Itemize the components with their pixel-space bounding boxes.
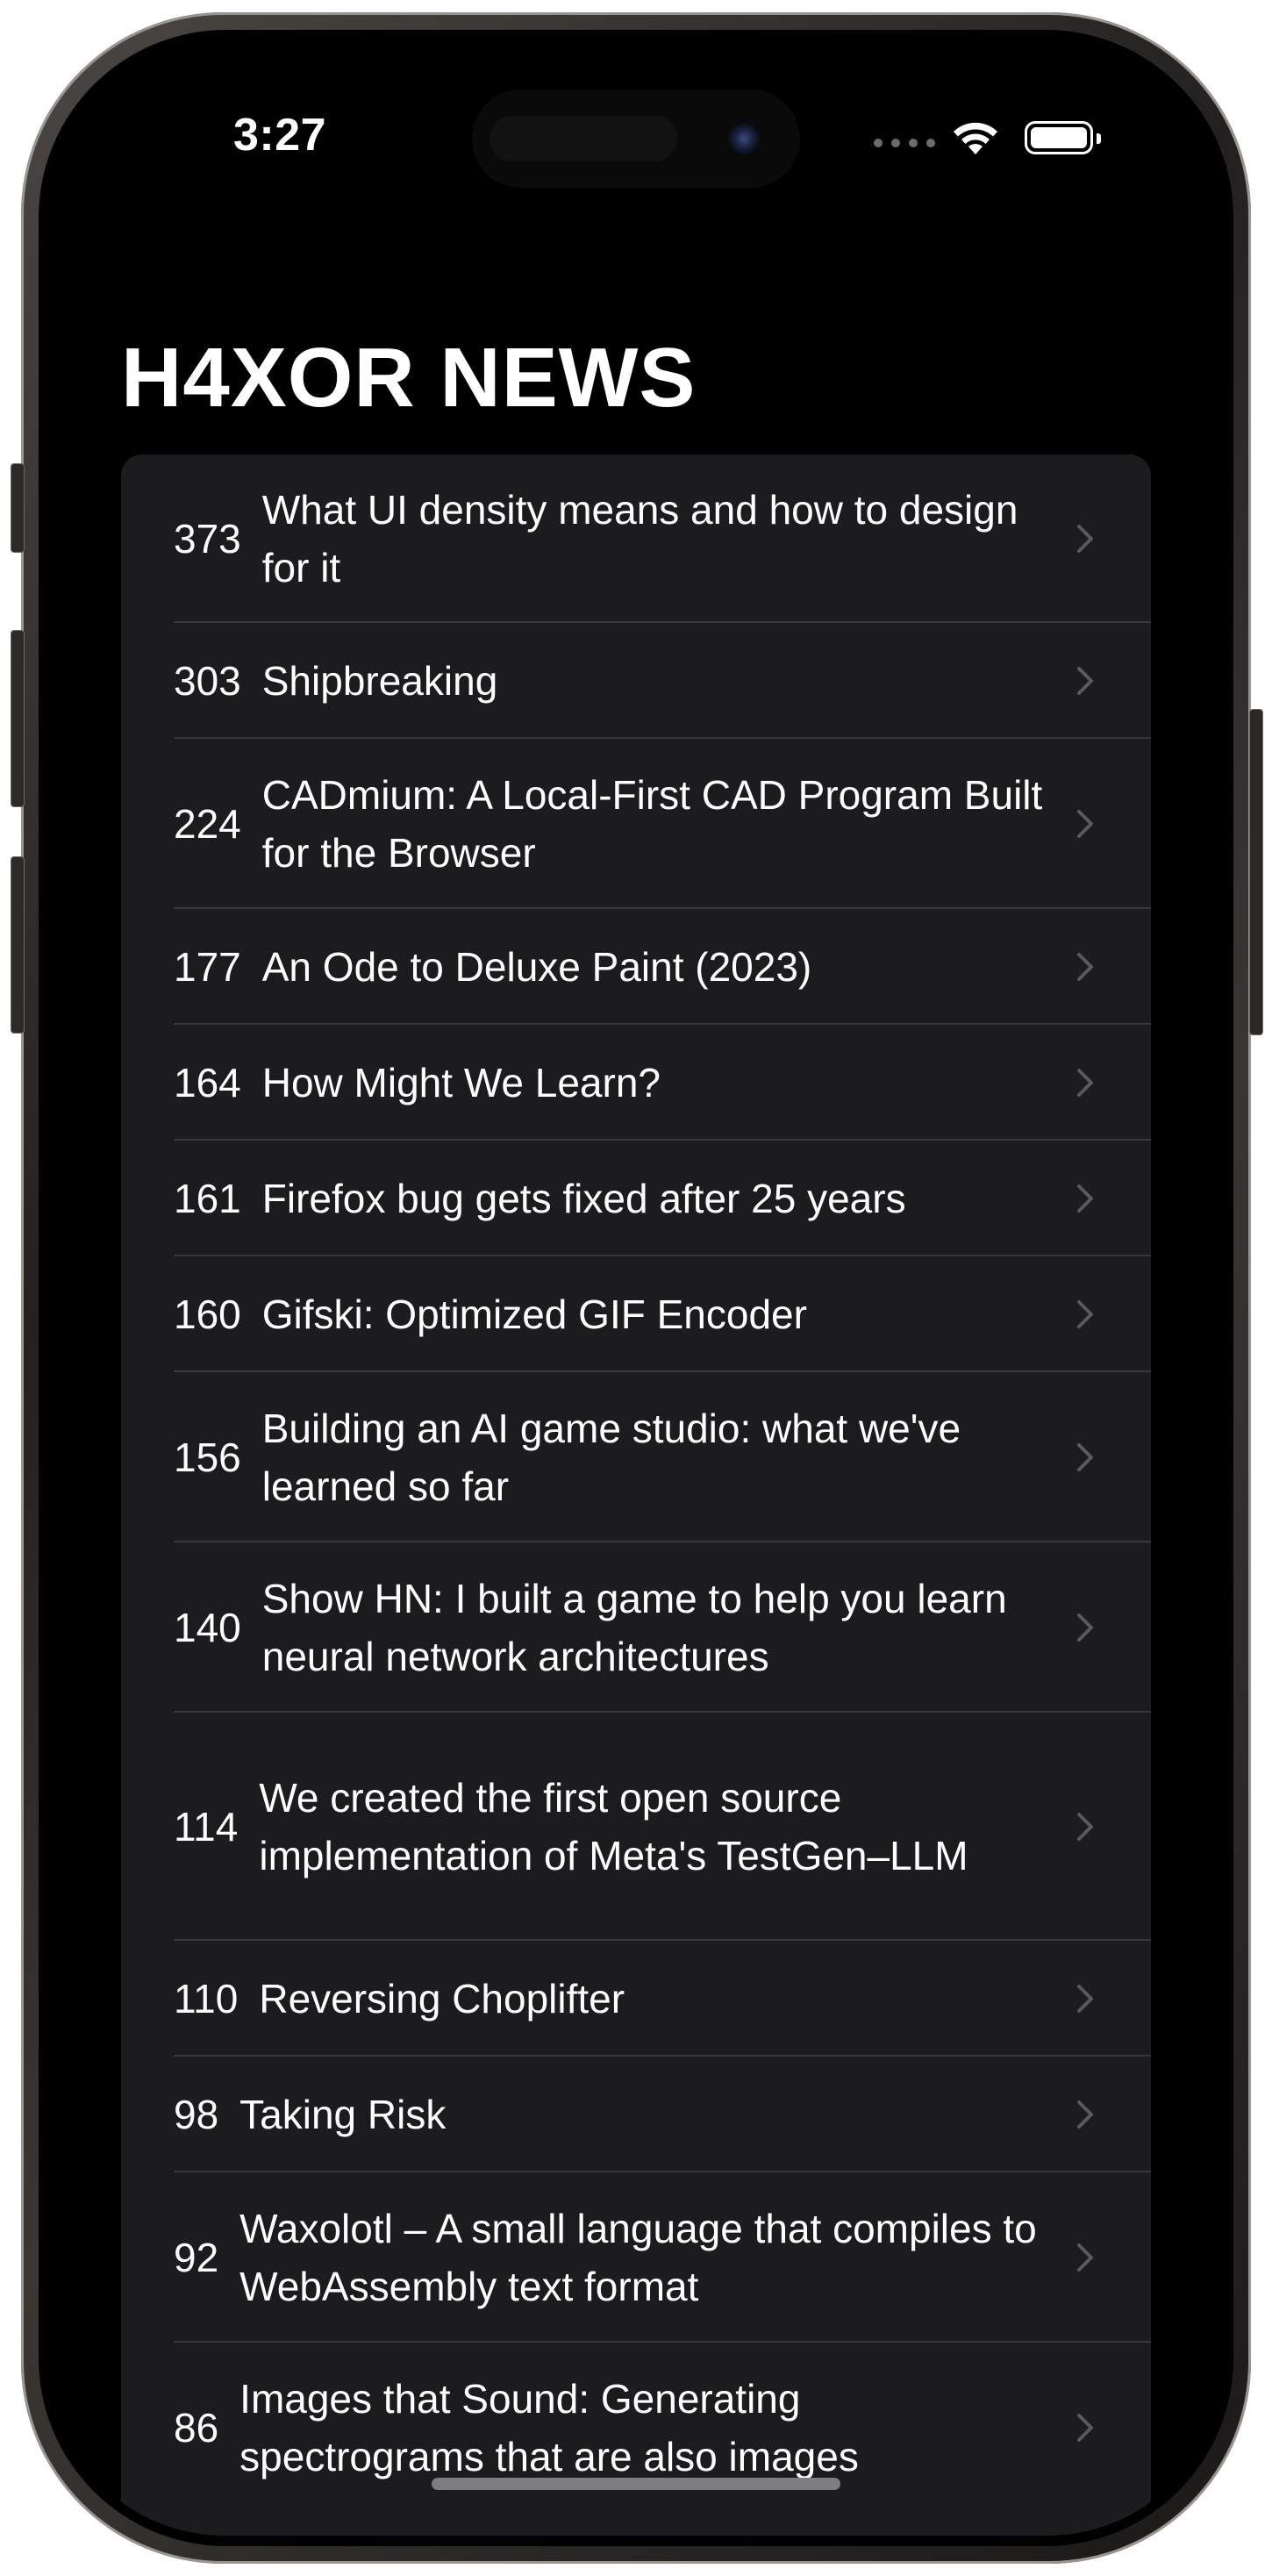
chevron-right-icon [1077, 1184, 1093, 1213]
story-score: 114 [174, 1804, 239, 1850]
story-title: Firefox bug gets fixed after 25 years [261, 1176, 906, 1221]
story-title: Show HN: I built a game to help you lear… [261, 1576, 1007, 1679]
battery-cap [1097, 133, 1101, 144]
chevron-right-icon [1077, 2100, 1093, 2129]
chevron-right-icon [1077, 1813, 1093, 1841]
story-title: Reversing Choplifter [259, 1976, 625, 2021]
story-row[interactable]: 114 We created the first open source imp… [121, 1713, 1151, 1941]
chevron-right-icon [1077, 953, 1093, 981]
story-row[interactable]: 161 Firefox bug gets fixed after 25 year… [121, 1141, 1151, 1256]
story-score: 161 [174, 1176, 241, 1221]
island-sensor [490, 116, 677, 161]
volume-down-button [11, 856, 25, 1034]
chevron-right-icon [1077, 1614, 1093, 1642]
story-score: 373 [174, 516, 241, 562]
story-score: 160 [174, 1292, 241, 1337]
chevron-right-icon [1077, 810, 1093, 838]
battery-icon [1025, 121, 1093, 154]
dynamic-island [472, 89, 800, 188]
story-row[interactable]: 164 How Might We Learn? [121, 1025, 1151, 1141]
chevron-right-icon [1077, 1985, 1093, 2013]
front-camera [728, 123, 760, 154]
story-score: 98 [174, 2092, 219, 2137]
chevron-right-icon [1077, 1069, 1093, 1097]
story-title: Images that Sound: Generating spectrogra… [239, 2376, 859, 2479]
story-score: 140 [174, 1605, 241, 1650]
chevron-right-icon [1077, 525, 1093, 553]
wifi-icon [954, 122, 997, 154]
story-row[interactable]: 156 Building an AI game studio: what we'… [121, 1372, 1151, 1542]
story-row[interactable]: 92 Waxolotl – A small language that comp… [121, 2172, 1151, 2343]
story-row[interactable]: 110 Reversing Choplifter [121, 1941, 1151, 2057]
story-title: Building an AI game studio: what we've l… [261, 1406, 961, 1509]
home-indicator[interactable] [432, 2478, 840, 2490]
story-score: 110 [174, 1976, 239, 2021]
story-row[interactable]: 373 What UI density means and how to des… [121, 454, 1151, 623]
story-title: CADmium: A Local-First CAD Program Built… [261, 772, 1043, 876]
power-button [1249, 709, 1263, 1035]
story-title: How Might We Learn? [261, 1060, 661, 1106]
story-row[interactable]: 160 Gifski: Optimized GIF Encoder [121, 1256, 1151, 1372]
story-row[interactable]: 303 Shipbreaking [121, 623, 1151, 739]
action-button [11, 463, 25, 553]
story-score: 164 [174, 1060, 241, 1106]
chevron-right-icon [1077, 1443, 1093, 1471]
story-row[interactable]: 140 Show HN: I built a game to help you … [121, 1542, 1151, 1713]
page-title: H4XOR NEWS [121, 331, 697, 425]
story-title: Waxolotl – A small language that compile… [239, 2206, 1037, 2309]
story-row[interactable]: 177 An Ode to Deluxe Paint (2023) [121, 909, 1151, 1025]
story-row[interactable]: 98 Taking Risk [121, 2057, 1151, 2172]
chevron-right-icon [1077, 667, 1093, 695]
story-list[interactable]: 373 What UI density means and how to des… [121, 454, 1151, 2536]
story-title: An Ode to Deluxe Paint (2023) [261, 944, 812, 990]
story-title: Taking Risk [239, 2092, 447, 2137]
story-title: We created the first open source impleme… [259, 1775, 968, 1878]
chevron-right-icon [1077, 1300, 1093, 1328]
volume-up-button [11, 630, 25, 807]
story-score: 177 [174, 944, 241, 990]
story-score: 86 [174, 2405, 219, 2451]
chevron-right-icon [1077, 2243, 1093, 2272]
story-row[interactable]: 224 CADmium: A Local-First CAD Program B… [121, 739, 1151, 909]
story-score: 303 [174, 658, 241, 704]
chevron-right-icon [1077, 2414, 1093, 2442]
status-time: 3:27 [233, 110, 327, 161]
screen: 3:27 H4XOR NEWS 373 What UI density mean… [49, 40, 1223, 2536]
story-score: 92 [174, 2235, 219, 2280]
story-score: 224 [174, 801, 241, 847]
story-title: What UI density means and how to design … [261, 487, 1018, 590]
story-score: 156 [174, 1435, 241, 1480]
cellular-signal-icon [874, 139, 935, 147]
story-title: Gifski: Optimized GIF Encoder [261, 1292, 807, 1337]
story-title: Shipbreaking [261, 658, 498, 704]
